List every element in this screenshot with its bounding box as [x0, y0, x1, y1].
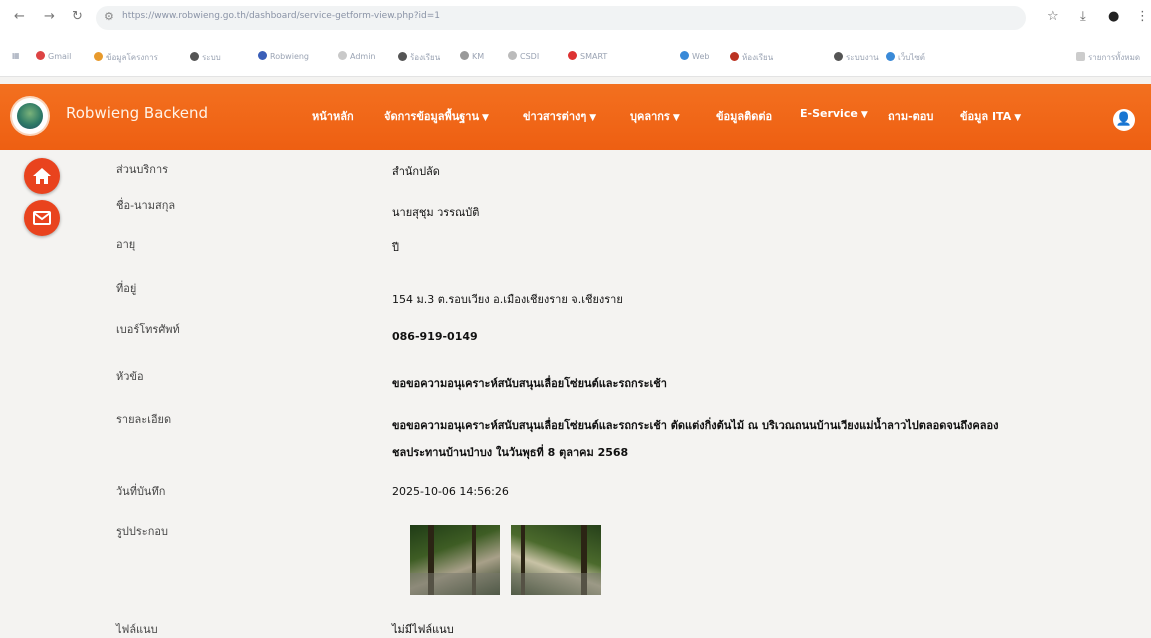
bookmarks-bar: ▦ Gmail ข้อมูลโครงการ ระบบ Robwieng Admi… — [0, 38, 1151, 77]
top-navbar: Robwieng Backend หน้าหลัก จัดการข้อมูลพื… — [0, 84, 1151, 150]
detail-value-line2: ชลประทานบ้านป่าบง ในวันพุธที่ 8 ตุลาคม 2… — [392, 446, 629, 459]
bookmark-item[interactable]: SMART — [568, 51, 607, 61]
nav-eservice[interactable]: E-Service ▼ — [800, 107, 868, 120]
nav-news[interactable]: ข่าวสารต่างๆ ▼ — [523, 107, 596, 125]
chevron-down-icon: ▼ — [672, 113, 680, 123]
subject-value: ขอขอความอนุเคราะห์สนับสนุนเลื่อยโซ่ยนต์แ… — [392, 377, 667, 390]
bookmark-item[interactable]: Robwieng — [258, 51, 309, 61]
attachment-image[interactable] — [511, 525, 601, 595]
chevron-down-icon: ▼ — [1014, 113, 1022, 123]
phone-label: เบอร์โทรศัพท์ — [116, 323, 180, 336]
bookmark-item[interactable]: CSDI — [508, 51, 539, 61]
profile-icon[interactable]: ● — [1108, 9, 1119, 24]
back-icon[interactable]: ← — [14, 9, 25, 24]
mail-button[interactable] — [24, 200, 60, 236]
bookmark-item[interactable]: Admin — [338, 51, 376, 61]
mail-icon — [33, 211, 51, 225]
date-label: วันที่บันทึก — [116, 485, 166, 498]
apps-icon[interactable]: ▦ — [12, 51, 20, 60]
bookmark-item[interactable]: Web — [680, 51, 709, 61]
office-label: ส่วนบริการ — [116, 163, 169, 176]
site-info-icon[interactable]: ⚙ — [104, 10, 114, 23]
detail-value-line1: ขอขอความอนุเคราะห์สนับสนุนเลื่อยโซ่ยนต์แ… — [392, 419, 999, 432]
bookmark-item[interactable]: ระบบ — [190, 51, 221, 64]
address-value: 154 ม.3 ต.รอบเวียง อ.เมืองเชียงราย จ.เชี… — [392, 293, 623, 306]
chevron-down-icon: ▼ — [860, 110, 868, 120]
bookmark-item[interactable]: KM — [460, 51, 484, 61]
detail-label: รายละเอียด — [116, 413, 172, 426]
bookmark-item[interactable]: ร้องเรียน — [398, 51, 440, 64]
bookmark-item[interactable]: ระบบงาน — [834, 51, 879, 64]
url-bar[interactable]: ⚙ https://www.robwieng.go.th/dashboard/s… — [96, 6, 1026, 30]
file-value: ไม่มีไฟล์แนบ — [392, 623, 454, 636]
home-icon — [33, 168, 51, 184]
nav-contact[interactable]: ข้อมูลติดต่อ — [716, 107, 772, 125]
date-value: 2025-10-06 14:56:26 — [392, 485, 509, 498]
brand-title[interactable]: Robwieng Backend — [66, 104, 208, 122]
nav-home[interactable]: หน้าหลัก — [312, 107, 354, 125]
nav-qa[interactable]: ถาม-ตอบ — [888, 107, 933, 125]
kebab-menu-icon[interactable]: ⋮ — [1136, 9, 1149, 24]
phone-value: 086-919-0149 — [392, 330, 478, 343]
user-account-icon[interactable]: 👤 — [1113, 109, 1135, 131]
bookmark-item[interactable]: ข้อมูลโครงการ — [94, 51, 158, 64]
nav-personnel[interactable]: บุคลากร ▼ — [630, 107, 680, 125]
file-label: ไฟล์แนบ — [116, 623, 158, 636]
age-label: อายุ — [116, 238, 136, 251]
subject-label: หัวข้อ — [116, 370, 144, 383]
home-button[interactable] — [24, 158, 60, 194]
age-value: ปี — [392, 241, 399, 254]
browser-address-row: ← → ↻ ⚙ https://www.robwieng.go.th/dashb… — [0, 0, 1151, 38]
chevron-down-icon: ▼ — [589, 113, 597, 123]
bookmark-item[interactable]: ห้องเรียน — [730, 51, 773, 64]
office-value: สำนักปลัด — [392, 165, 440, 178]
name-label: ชื่อ-นามสกุล — [116, 199, 176, 212]
attachment-label: รูปประกอบ — [116, 525, 168, 538]
bookmark-item[interactable]: Gmail — [36, 51, 71, 61]
bookmark-item[interactable]: เว็บไซต์ — [886, 51, 925, 64]
reload-icon[interactable]: ↻ — [72, 9, 83, 24]
address-label: ที่อยู่ — [116, 282, 137, 295]
url-text: https://www.robwieng.go.th/dashboard/ser… — [122, 11, 441, 21]
all-bookmarks[interactable]: รายการทั้งหมด — [1076, 51, 1140, 64]
forward-icon[interactable]: → — [44, 9, 55, 24]
attachment-image[interactable] — [410, 525, 500, 595]
site-logo[interactable] — [12, 98, 48, 134]
nav-basic-data[interactable]: จัดการข้อมูลพื้นฐาน ▼ — [384, 107, 489, 125]
nav-ita[interactable]: ข้อมูล ITA ▼ — [960, 107, 1021, 125]
chevron-down-icon: ▼ — [482, 113, 489, 123]
name-value: นายสุชุม วรรณบัติ — [392, 206, 480, 219]
star-icon[interactable]: ☆ — [1047, 9, 1059, 24]
download-icon[interactable]: ⤓ — [1080, 9, 1086, 24]
